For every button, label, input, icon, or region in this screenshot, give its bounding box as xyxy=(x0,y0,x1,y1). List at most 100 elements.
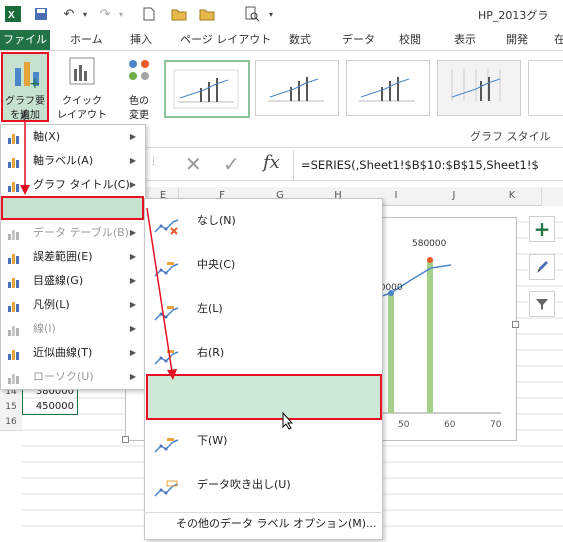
add-chart-element-menu: 軸(X)▶軸ラベル(A)▶グラフ タイトル(C)▶データ ラベル(D)▶データ … xyxy=(0,124,146,390)
change-colors-button[interactable]: 色の 変更 xyxy=(118,54,160,121)
tab-formulas[interactable]: 数式 xyxy=(283,30,317,50)
label-below-icon xyxy=(153,431,179,453)
tab-review[interactable]: 校閲 xyxy=(393,30,427,50)
excel-logo-icon: X xyxy=(4,5,22,23)
more-data-label-options[interactable]: その他のデータ ラベル オプション(M)... xyxy=(176,515,377,531)
chevron-right-icon: ▶ xyxy=(129,276,136,285)
row-header[interactable]: 15 xyxy=(0,400,22,416)
data-label[interactable]: 580000 xyxy=(412,239,446,249)
tab-home[interactable]: ホーム xyxy=(64,30,109,50)
x-tick-label: 70 xyxy=(490,420,502,430)
open-folder-2-icon[interactable] xyxy=(198,5,216,23)
enter-icon[interactable]: ✓ xyxy=(223,152,240,176)
menu-item[interactable]: 目盛線(G) ▶ xyxy=(1,269,144,293)
save-icon[interactable] xyxy=(32,5,50,23)
chevron-right-icon: ▶ xyxy=(129,180,136,189)
menu-item-label: 目盛線(G) xyxy=(33,274,84,287)
submenu-item[interactable]: 下(W) xyxy=(145,419,381,463)
column-header[interactable]: K xyxy=(483,187,542,206)
menu-item[interactable]: 軸ラベル(A) ▶ xyxy=(1,149,144,173)
chart-style-1[interactable] xyxy=(164,60,250,118)
menu-item-label: 線(I) xyxy=(33,322,56,335)
chart-style-3-preview xyxy=(359,77,415,102)
gridlines-icon xyxy=(7,274,21,288)
menu-item[interactable]: 近似曲線(T) ▶ xyxy=(1,341,144,365)
tab-developer[interactable]: 開発 xyxy=(500,30,534,50)
up-down-bars-icon xyxy=(7,370,21,384)
chevron-right-icon: ▶ xyxy=(129,324,136,333)
tab-insert[interactable]: 挿入 xyxy=(124,30,158,50)
menu-item-label: 軸(X) xyxy=(33,130,61,143)
submenu-item-highlight xyxy=(146,374,382,420)
tab-data[interactable]: データ xyxy=(336,30,381,50)
chart-filters-icon[interactable] xyxy=(529,291,555,317)
chart-elements-plus-icon[interactable]: + xyxy=(529,216,555,242)
qat-customize-icon[interactable]: ▾ xyxy=(262,5,280,23)
chart-style-2[interactable] xyxy=(255,60,339,116)
submenu-divider xyxy=(144,512,381,513)
chart-styles-brush-icon[interactable] xyxy=(529,254,555,280)
quick-layout-button[interactable]: クイック レイアウト xyxy=(57,54,107,121)
open-folder-icon[interactable] xyxy=(170,5,188,23)
tab-view[interactable]: 表示 xyxy=(448,30,482,50)
tab-file[interactable]: ファイル xyxy=(0,30,50,50)
label-none-icon xyxy=(153,211,179,235)
add-chart-element-label-2: を追加 xyxy=(10,110,40,121)
insert-function-icon[interactable]: fx xyxy=(263,152,280,173)
title-bar: X ↶ ▾ ↷ ▾ ▾ HP_2013グラ xyxy=(0,0,563,30)
menu-item[interactable]: 誤差範囲(E) ▶ xyxy=(1,245,144,269)
submenu-item[interactable]: なし(N) xyxy=(145,199,381,243)
print-preview-icon[interactable] xyxy=(243,5,261,23)
submenu-item[interactable]: データ吹き出し(U) xyxy=(145,463,381,507)
undo-dropdown-icon[interactable]: ▾ xyxy=(76,5,94,23)
change-colors-label-1: 色の xyxy=(129,96,149,107)
submenu-item-label: 右(R) xyxy=(197,346,225,359)
row-header[interactable]: 16 xyxy=(0,415,22,431)
submenu-item[interactable]: 中央(C) xyxy=(145,243,381,287)
chart-resize-handle[interactable] xyxy=(122,436,129,443)
formula-input[interactable]: =SERIES(,Sheet1!$B$10:$B$15,Sheet1!$ xyxy=(301,158,539,172)
axis-title-icon xyxy=(7,154,21,168)
menu-item-label: 軸ラベル(A) xyxy=(33,154,94,167)
menu-item[interactable]: グラフ タイトル(C) ▶ xyxy=(1,173,144,197)
chart-style-4[interactable] xyxy=(437,60,521,116)
column-header[interactable]: J xyxy=(425,187,484,206)
lines-icon xyxy=(7,322,21,336)
add-chart-element-icon: + xyxy=(13,58,41,92)
chevron-right-icon: ▶ xyxy=(129,228,136,237)
x-tick-label: 60 xyxy=(444,420,456,430)
tab-more[interactable]: 在 xyxy=(548,30,563,50)
quick-layout-label-1: クイック xyxy=(62,96,102,107)
redo-dropdown-icon[interactable]: ▾ xyxy=(112,5,130,23)
label-left-icon xyxy=(153,299,179,321)
change-colors-label-2: 変更 xyxy=(129,110,149,121)
menu-item[interactable]: 凡例(L) ▶ xyxy=(1,293,144,317)
chart-style-2-preview xyxy=(268,77,324,102)
axis-icon xyxy=(7,130,21,144)
tab-page-layout[interactable]: ページ レイアウト xyxy=(174,30,277,50)
chevron-right-icon: ▶ xyxy=(129,156,136,165)
submenu-item[interactable]: 右(R) xyxy=(145,331,381,375)
chevron-right-icon: ▶ xyxy=(129,348,136,357)
chart-style-5[interactable] xyxy=(528,60,563,116)
x-tick-label: 50 xyxy=(398,420,410,430)
new-file-icon[interactable] xyxy=(140,5,158,23)
menu-item: 線(I) ▶ xyxy=(1,317,144,341)
menu-item-label: 近似曲線(T) xyxy=(33,346,93,359)
cancel-icon[interactable]: ✕ xyxy=(185,152,202,176)
label-right-icon xyxy=(153,343,179,365)
legend-icon xyxy=(7,298,21,312)
data-point xyxy=(427,257,433,263)
svg-text:+: + xyxy=(29,76,41,88)
menu-item-label: 誤差範囲(E) xyxy=(33,250,93,263)
chevron-right-icon: ▶ xyxy=(129,372,136,381)
chart-resize-handle[interactable] xyxy=(512,321,519,328)
menu-item[interactable]: 軸(X) ▶ xyxy=(1,125,144,149)
add-chart-element-button[interactable]: + グラフ要素 を追加 xyxy=(1,52,49,122)
window-title: HP_2013グラ xyxy=(478,9,549,22)
formula-bar-expand-icon[interactable]: ⋮ xyxy=(149,157,158,167)
submenu-item[interactable]: 左(L) xyxy=(145,287,381,331)
menu-item-label: データ テーブル(B) xyxy=(33,226,129,239)
chart-style-3[interactable] xyxy=(346,60,430,116)
submenu-item-label: 下(W) xyxy=(197,434,228,447)
